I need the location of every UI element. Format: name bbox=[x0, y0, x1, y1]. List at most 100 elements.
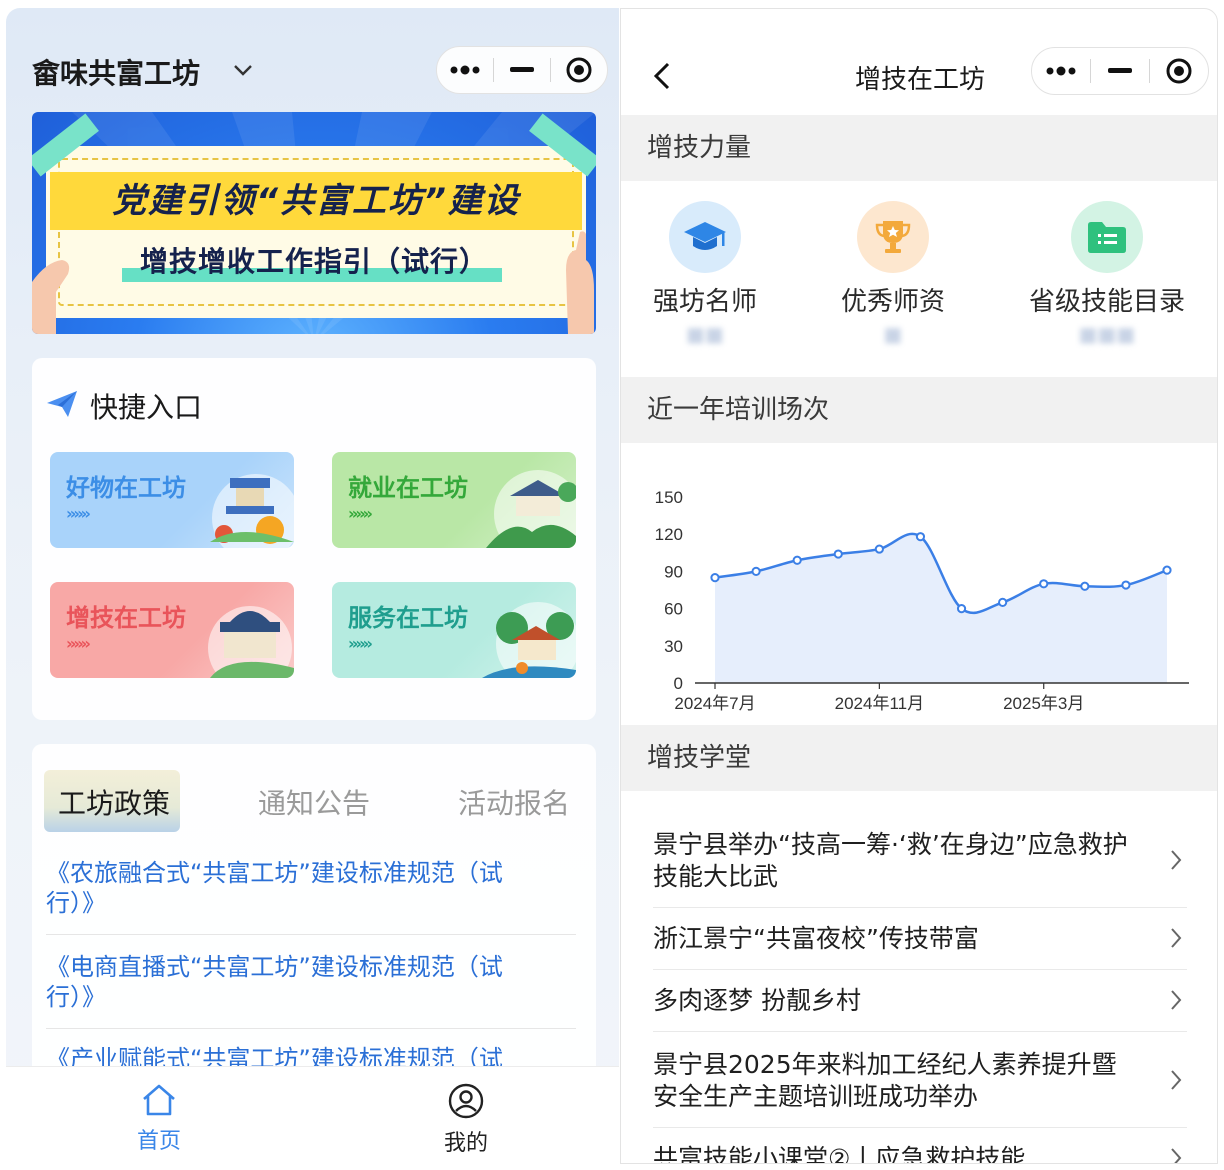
chart-point bbox=[1121, 580, 1131, 590]
arrows-icon: »»» bbox=[66, 634, 91, 653]
more-dots-icon bbox=[1046, 66, 1076, 76]
hand-decoration-icon bbox=[32, 260, 70, 334]
stat-label: 优秀师资 bbox=[840, 287, 945, 317]
stat-circle bbox=[857, 201, 929, 273]
trophy-icon bbox=[875, 221, 911, 253]
chart-y-tick-label: 60 bbox=[664, 600, 683, 619]
quick-card-label: 服务在工坊 bbox=[348, 604, 468, 632]
tab-home[interactable]: 首页 bbox=[109, 1083, 209, 1155]
user-icon bbox=[448, 1083, 484, 1119]
tab-mine[interactable]: 我的 bbox=[416, 1083, 516, 1157]
close-miniprogram-button[interactable] bbox=[1150, 51, 1208, 91]
house-illustration-icon bbox=[482, 602, 576, 678]
paper-plane-icon bbox=[47, 391, 77, 417]
app-title[interactable]: 畲味共富工坊 bbox=[32, 52, 200, 92]
article-title-line: 景宁县2025年来料加工经纪人素养提升暨 bbox=[653, 1050, 1117, 1079]
chart-y-tick-label: 0 bbox=[674, 674, 683, 693]
article-title-line: 技能大比武 bbox=[653, 862, 779, 891]
divider bbox=[653, 969, 1187, 970]
minimize-button[interactable] bbox=[1091, 51, 1149, 91]
close-miniprogram-button[interactable] bbox=[551, 50, 607, 90]
arrows-icon: »»» bbox=[66, 504, 91, 523]
more-button[interactable] bbox=[1032, 51, 1090, 91]
more-dots-icon bbox=[450, 65, 480, 75]
divider bbox=[46, 1028, 576, 1029]
quick-entry-panel: 快捷入口 好物在工坊 »»» 就业在工坊 »»» 增技在工坊 »»» 服务在工坊… bbox=[32, 358, 596, 720]
minus-icon bbox=[509, 67, 534, 72]
graduation-cap-icon bbox=[684, 222, 726, 250]
chart-point bbox=[792, 555, 802, 565]
chart-area-fill bbox=[715, 533, 1167, 683]
pagoda-illustration-icon bbox=[210, 474, 294, 548]
divider bbox=[653, 1127, 1187, 1128]
quick-card-skills[interactable]: 增技在工坊 »»» bbox=[50, 582, 294, 678]
chevron-right-icon bbox=[1171, 850, 1182, 870]
stat-excellent-teachers[interactable]: 优秀师资 ■ bbox=[803, 201, 983, 346]
article-item[interactable]: 景宁县2025年来料加工经纪人素养提升暨 安全生产主题培训班成功举办 bbox=[653, 1049, 1153, 1113]
policy-item[interactable]: 《电商直播式“共富工坊”建设标准规范（试 行）》 bbox=[46, 952, 566, 1012]
article-title-line: 共富技能小课堂②丨应急救护技能 bbox=[653, 1144, 1026, 1164]
stat-teachers[interactable]: 强坊名师 ■■ bbox=[621, 201, 795, 346]
hall-illustration-icon bbox=[208, 606, 294, 678]
policy-item-line: 行）》 bbox=[46, 983, 106, 1011]
target-close-icon bbox=[566, 57, 592, 83]
chart-x-tick-label: 2025年3月 bbox=[1003, 694, 1084, 713]
quick-card-goods[interactable]: 好物在工坊 »»» bbox=[50, 452, 294, 548]
chart-y-tick-label: 30 bbox=[664, 637, 683, 656]
chart-y-tick-label: 120 bbox=[655, 525, 683, 544]
banner-headline: 党建引领“共富工坊”建设 bbox=[50, 172, 582, 230]
tab-mine-label: 我的 bbox=[443, 1131, 488, 1156]
policy-panel: 工坊政策 通知公告 活动报名 《农旅融合式“共富工坊”建设标准规范（试 行）》 … bbox=[32, 744, 596, 1104]
stat-skill-catalog[interactable]: 省级技能目录 ■■■ bbox=[1017, 201, 1197, 346]
arrows-icon: »»» bbox=[348, 504, 373, 523]
chart-y-tick-label: 90 bbox=[664, 562, 683, 581]
article-title-line: 安全生产主题培训班成功举办 bbox=[653, 1082, 979, 1111]
stat-value: ■ bbox=[883, 322, 903, 346]
banner-subtitle: 增技增收工作指引（试行） bbox=[139, 245, 488, 278]
article-item[interactable]: 共富技能小课堂②丨应急救护技能 bbox=[653, 1143, 1153, 1164]
chart-x-tick-label: 2024年11月 bbox=[835, 694, 924, 713]
policy-item-line: 《农旅融合式“共富工坊”建设标准规范（试 bbox=[46, 859, 503, 887]
mini-program-capsule bbox=[1031, 47, 1209, 95]
article-item[interactable]: 景宁县举办“技高一筹·‘救’在身边”应急救护 技能大比武 bbox=[653, 829, 1153, 893]
policy-item-line: 《电商直播式“共富工坊”建设标准规范（试 bbox=[46, 953, 503, 981]
divider bbox=[46, 934, 576, 935]
chart-point bbox=[915, 532, 926, 542]
chevron-down-icon[interactable] bbox=[232, 62, 254, 78]
tab-policy[interactable]: 工坊政策 bbox=[58, 782, 170, 822]
stat-value: ■■ bbox=[686, 322, 724, 346]
quick-card-label: 增技在工坊 bbox=[66, 604, 186, 632]
tab-notice[interactable]: 通知公告 bbox=[258, 782, 370, 822]
training-chart: 150 120 90 60 30 0 2024年7月 2024年11月 2025年3月 bbox=[641, 471, 1201, 721]
section-header: 增技力量 bbox=[621, 115, 1217, 181]
chart-point bbox=[998, 597, 1008, 607]
stat-circle bbox=[1071, 201, 1143, 273]
bottom-tabbar: 首页 我的 bbox=[6, 1066, 619, 1164]
policy-banner[interactable]: 党建引领“共富工坊”建设 增技增收工作指引（试行） bbox=[32, 112, 596, 334]
chart-point bbox=[1162, 565, 1172, 575]
tab-signup[interactable]: 活动报名 bbox=[458, 782, 570, 822]
policy-item-line: 行）》 bbox=[46, 889, 106, 917]
section-header: 近一年培训场次 bbox=[621, 377, 1217, 443]
quick-card-employment[interactable]: 就业在工坊 »»» bbox=[332, 452, 576, 548]
article-title-line: 浙江景宁“共富夜校”传技带富 bbox=[653, 924, 979, 953]
hand-decoration-icon bbox=[566, 231, 594, 334]
article-item[interactable]: 浙江景宁“共富夜校”传技带富 bbox=[653, 923, 1153, 955]
minus-icon bbox=[1108, 68, 1132, 73]
more-button[interactable] bbox=[437, 50, 493, 90]
divider bbox=[653, 1031, 1187, 1032]
article-item[interactable]: 多肉逐梦 扮靓乡村 bbox=[653, 985, 1153, 1017]
chevron-right-icon bbox=[1171, 1148, 1182, 1163]
quick-card-service[interactable]: 服务在工坊 »»» bbox=[332, 582, 576, 678]
chart-point bbox=[874, 544, 884, 554]
policy-item[interactable]: 《农旅融合式“共富工坊”建设标准规范（试 行）》 bbox=[46, 858, 566, 918]
tab-home-label: 首页 bbox=[136, 1129, 181, 1154]
minimize-button[interactable] bbox=[494, 50, 550, 90]
chart-point bbox=[1039, 579, 1049, 589]
arrows-icon: »»» bbox=[348, 634, 373, 653]
chevron-right-icon bbox=[1171, 990, 1182, 1010]
chevron-right-icon bbox=[1171, 928, 1182, 948]
chevron-right-icon bbox=[1171, 1070, 1182, 1090]
training-chart-svg: 150 120 90 60 30 02024年7月 2024年11月 2025年3月 bbox=[655, 488, 1189, 713]
village-illustration-icon bbox=[486, 470, 576, 548]
